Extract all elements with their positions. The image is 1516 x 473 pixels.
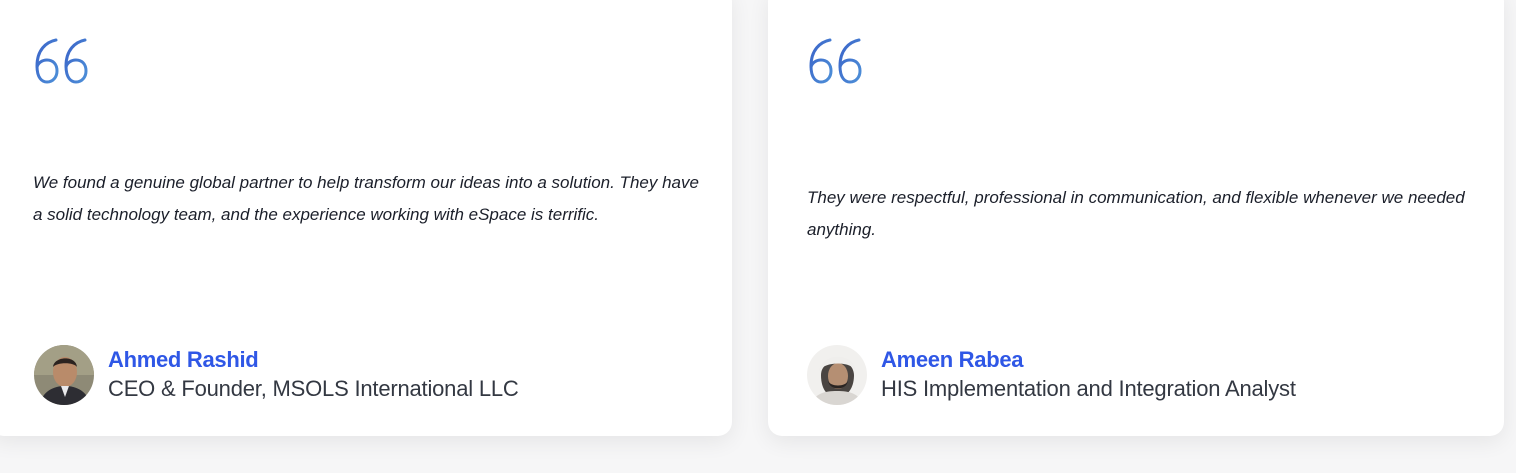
testimonial-quote: We found a genuine global partner to hel… <box>33 173 699 224</box>
author-role: CEO & Founder, MSOLS International LLC <box>108 376 519 401</box>
avatar <box>807 345 867 405</box>
testimonial-card: We found a genuine global partner to hel… <box>0 0 732 436</box>
quote-icon <box>809 38 862 84</box>
avatar <box>34 345 94 405</box>
testimonial-quote: They were respectful, professional in co… <box>807 188 1465 239</box>
testimonials-section: We found a genuine global partner to hel… <box>0 0 1516 473</box>
testimonial-author: Ahmed Rashid CEO & Founder, MSOLS Intern… <box>34 345 519 405</box>
author-name: Ameen Rabea <box>881 347 1024 372</box>
testimonial-card: They were respectful, professional in co… <box>768 0 1504 436</box>
author-role: HIS Implementation and Integration Analy… <box>881 376 1296 401</box>
author-name: Ahmed Rashid <box>108 347 259 372</box>
testimonial-author: Ameen Rabea HIS Implementation and Integ… <box>807 345 1296 405</box>
quote-icon <box>35 38 88 84</box>
